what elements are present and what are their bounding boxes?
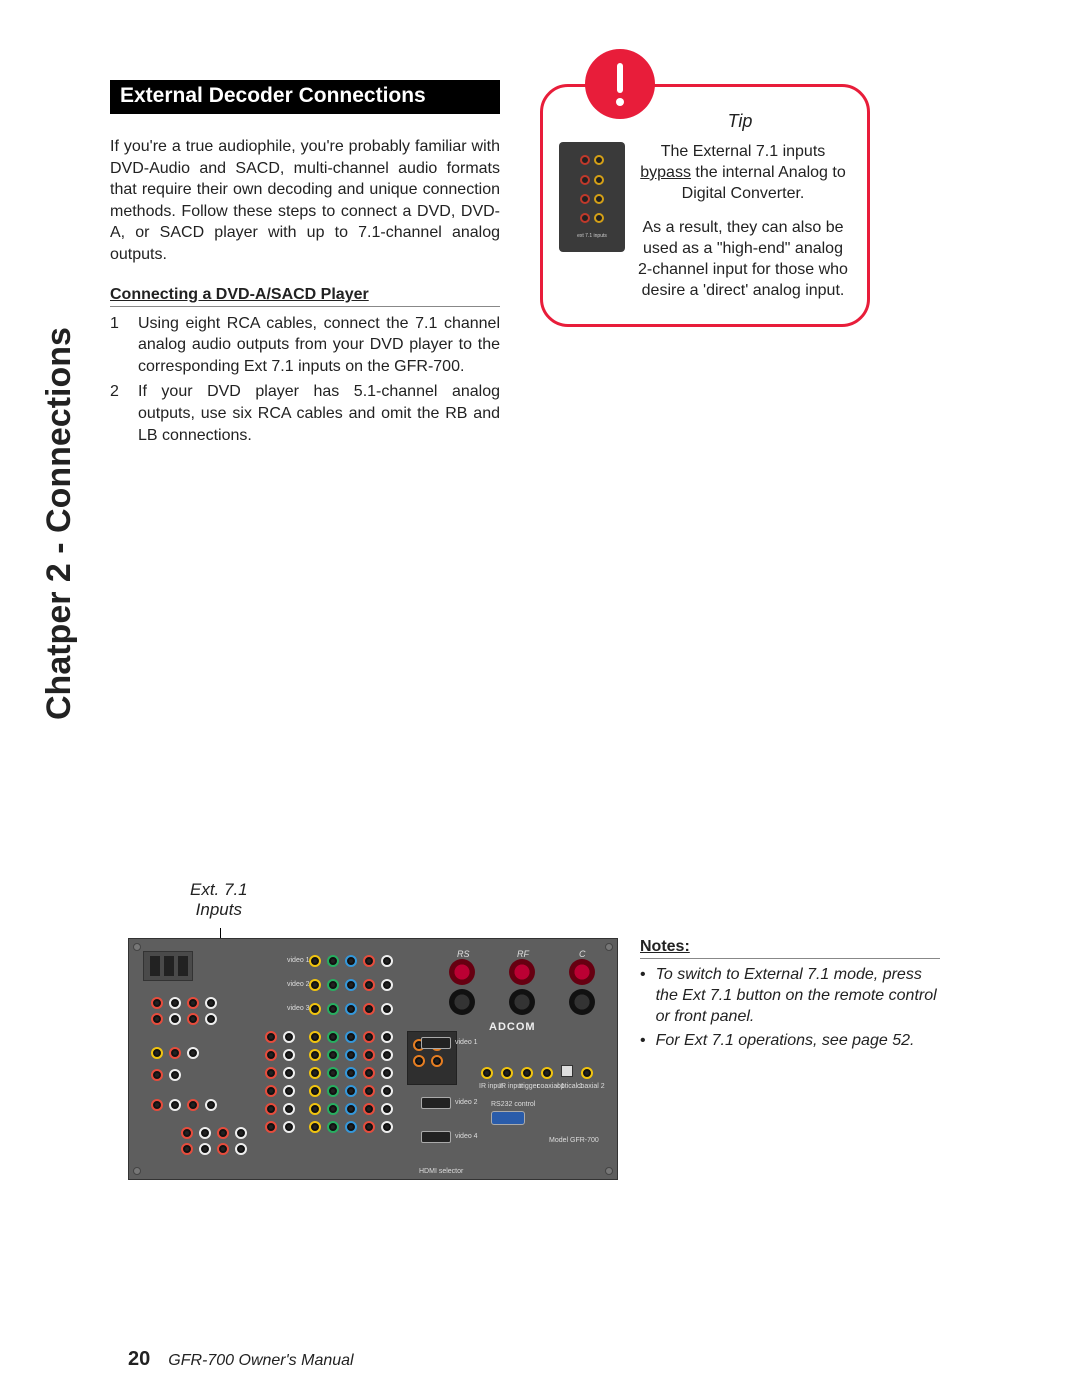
binding-post <box>449 959 475 985</box>
intro-paragraph: If you're a true audiophile, you're prob… <box>110 136 500 266</box>
rear-panel-diagram: video 1 video 2 video 3 <box>128 938 618 1180</box>
panel-label: trigger <box>519 1083 539 1090</box>
binding-post <box>509 959 535 985</box>
page-number: 20 <box>128 1348 150 1371</box>
panel-label: video 4 <box>455 1133 478 1140</box>
note-item: To switch to External 7.1 mode, press th… <box>640 965 940 1027</box>
dip-switch-block <box>143 951 193 981</box>
panel-label: HDMI selector <box>419 1168 463 1175</box>
notes-section: Notes: To switch to External 7.1 mode, p… <box>640 938 940 1056</box>
hdmi-port <box>421 1097 451 1109</box>
binding-post <box>449 989 475 1015</box>
optical-port <box>561 1065 573 1077</box>
subsection-header: Connecting a DVD-A/SACD Player <box>110 286 500 307</box>
step-text: Using eight RCA cables, connect the 7.1 … <box>138 313 500 378</box>
chapter-side-label: Chatper 2 - Connections <box>40 327 79 720</box>
binding-post <box>569 959 595 985</box>
hdmi-port <box>421 1131 451 1143</box>
footer-text: GFR-700 Owner's Manual <box>168 1352 353 1370</box>
tip-thumbnail: ext 7.1 inputs <box>559 142 625 252</box>
panel-label: RF <box>517 949 529 959</box>
step-item: 1Using eight RCA cables, connect the 7.1… <box>110 313 500 378</box>
panel-label: video 1 <box>455 1039 478 1046</box>
ext-71-inputs <box>181 1127 247 1155</box>
binding-post <box>569 989 595 1015</box>
page-footer: 20 GFR-700 Owner's Manual <box>128 1348 354 1371</box>
panel-label: video 2 <box>287 981 310 988</box>
panel-label: RS232 control <box>491 1101 535 1108</box>
ext-inputs-label: Ext. 7.1 Inputs <box>190 880 248 921</box>
brand-logo: ADCOM <box>489 1021 536 1033</box>
binding-post <box>509 989 535 1015</box>
panel-label: Model GFR-700 <box>549 1137 599 1144</box>
tip-thumb-label: ext 7.1 inputs <box>577 233 607 239</box>
note-item: For Ext 7.1 operations, see page 52. <box>640 1031 940 1052</box>
panel-label: coaxial 2 <box>577 1083 605 1090</box>
step-item: 2If your DVD player has 5.1-channel anal… <box>110 381 500 446</box>
notes-header: Notes: <box>640 938 940 959</box>
tip-callout: Tip ext 7.1 inputs The External 7.1 inpu… <box>540 84 870 327</box>
exclamation-icon <box>585 49 655 119</box>
hdmi-port <box>421 1037 451 1049</box>
steps-list: 1Using eight RCA cables, connect the 7.1… <box>110 313 500 447</box>
section-header: External Decoder Connections <box>110 80 500 114</box>
vga-port <box>491 1111 525 1125</box>
panel-label: video 3 <box>287 1005 310 1012</box>
panel-label: RS <box>457 949 470 959</box>
panel-label: video 1 <box>287 957 310 964</box>
step-text: If your DVD player has 5.1-channel analo… <box>138 381 500 446</box>
tip-text: The External 7.1 inputs bypass the inter… <box>635 142 851 302</box>
panel-label: C <box>579 949 586 959</box>
panel-label: video 2 <box>455 1099 478 1106</box>
